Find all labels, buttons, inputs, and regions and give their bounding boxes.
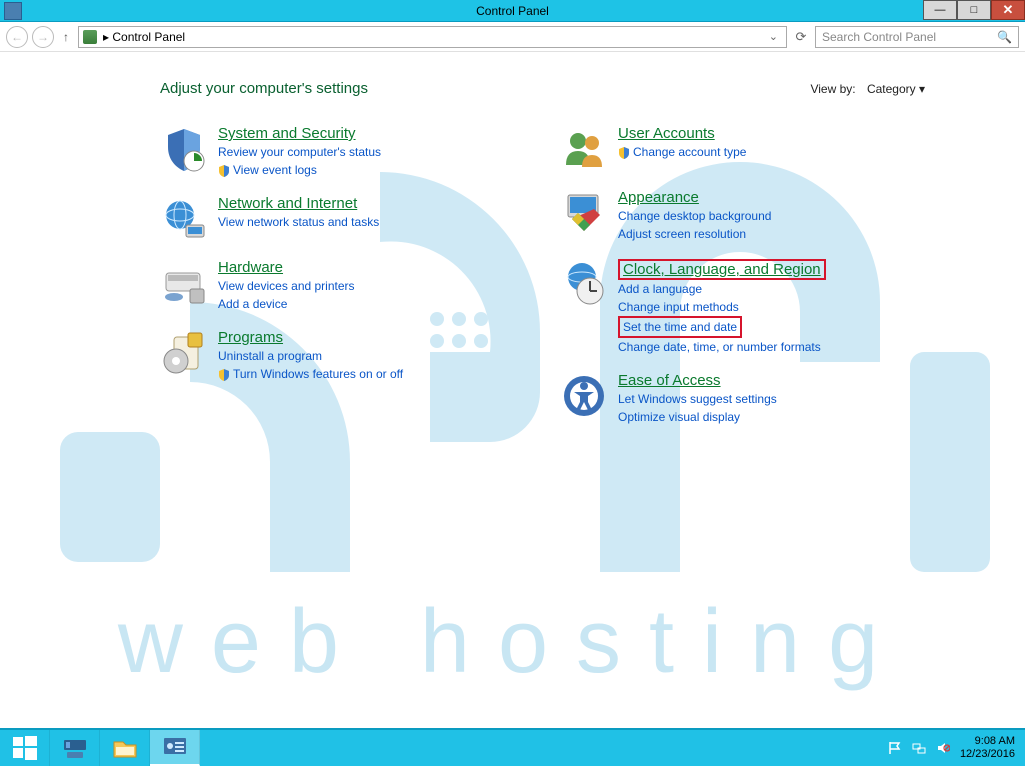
search-input[interactable]: Search Control Panel 🔍 xyxy=(815,26,1019,48)
view-by: View by: Category ▾ xyxy=(810,82,925,96)
clock-region-icon xyxy=(560,259,608,307)
programs-icon xyxy=(160,329,208,377)
network-tray-icon[interactable] xyxy=(912,741,926,755)
uninstall-link[interactable]: Uninstall a program xyxy=(218,347,403,365)
add-device-link[interactable]: Add a device xyxy=(218,295,355,313)
devices-printers-link[interactable]: View devices and printers xyxy=(218,277,355,295)
network-status-link[interactable]: View network status and tasks xyxy=(218,213,379,231)
category-clock-region: Clock, Language, and Region Add a langua… xyxy=(560,259,900,356)
back-button[interactable]: ← xyxy=(6,26,28,48)
shield-icon xyxy=(218,164,230,176)
date-formats-link[interactable]: Change date, time, or number formats xyxy=(618,338,826,356)
address-chevron: ▸ xyxy=(103,30,109,44)
category-system-security: System and Security Review your computer… xyxy=(160,125,500,179)
address-bar[interactable]: ▸ Control Panel ⌄ xyxy=(78,26,787,48)
server-manager-button[interactable] xyxy=(50,730,100,766)
tray-date: 12/23/2016 xyxy=(960,748,1015,761)
hardware-link[interactable]: Hardware xyxy=(218,259,283,276)
change-account-type-link[interactable]: Change account type xyxy=(633,143,746,161)
ease-access-icon xyxy=(560,372,608,420)
tray-time: 9:08 AM xyxy=(960,735,1015,748)
viewby-dropdown[interactable]: Category ▾ xyxy=(867,82,925,96)
system-tray: 9:08 AM 12/23/2016 xyxy=(878,730,1025,766)
search-icon: 🔍 xyxy=(997,30,1012,44)
visual-display-link[interactable]: Optimize visual display xyxy=(618,408,777,426)
review-status-link[interactable]: Review your computer's status xyxy=(218,143,381,161)
up-button[interactable]: ↑ xyxy=(58,30,74,44)
category-hardware: Hardware View devices and printers Add a… xyxy=(160,259,500,313)
category-appearance: Appearance Change desktop background Adj… xyxy=(560,189,900,243)
start-button[interactable] xyxy=(0,730,50,766)
explorer-button[interactable] xyxy=(100,730,150,766)
toolbar: ← → ↑ ▸ Control Panel ⌄ ⟳ Search Control… xyxy=(0,22,1025,52)
shield-icon xyxy=(618,146,630,158)
right-column: User Accounts Change account type Appear… xyxy=(560,125,900,442)
taskbar-clock[interactable]: 9:08 AM 12/23/2016 xyxy=(960,735,1015,761)
svg-text:web hosting: web hosting xyxy=(117,592,906,692)
address-path: Control Panel xyxy=(112,30,185,44)
refresh-button[interactable]: ⟳ xyxy=(791,29,811,45)
close-button[interactable]: ✕ xyxy=(991,0,1025,20)
clock-region-link[interactable]: Clock, Language, and Region xyxy=(618,259,826,280)
programs-link[interactable]: Programs xyxy=(218,329,283,346)
system-security-icon xyxy=(160,125,208,173)
category-user-accounts: User Accounts Change account type xyxy=(560,125,900,173)
taskbar: 9:08 AM 12/23/2016 xyxy=(0,728,1025,766)
volume-tray-icon[interactable] xyxy=(936,741,950,755)
forward-button[interactable]: → xyxy=(32,26,54,48)
user-accounts-icon xyxy=(560,125,608,173)
system-security-link[interactable]: System and Security xyxy=(218,125,356,142)
input-methods-link[interactable]: Change input methods xyxy=(618,298,826,316)
ease-access-link[interactable]: Ease of Access xyxy=(618,372,721,389)
control-panel-icon xyxy=(83,30,97,44)
appearance-icon xyxy=(560,189,608,237)
network-link[interactable]: Network and Internet xyxy=(218,195,357,212)
category-ease-access: Ease of Access Let Windows suggest setti… xyxy=(560,372,900,426)
category-network: Network and Internet View network status… xyxy=(160,195,500,243)
category-programs: Programs Uninstall a program Turn Window… xyxy=(160,329,500,383)
address-dropdown-icon[interactable]: ⌄ xyxy=(769,30,778,43)
suggest-settings-link[interactable]: Let Windows suggest settings xyxy=(618,390,777,408)
flag-icon[interactable] xyxy=(888,741,902,755)
left-column: System and Security Review your computer… xyxy=(160,125,500,442)
search-placeholder: Search Control Panel xyxy=(822,30,936,44)
windows-features-link[interactable]: Turn Windows features on or off xyxy=(233,365,403,383)
control-panel-taskbar-button[interactable] xyxy=(150,730,200,766)
desktop-bg-link[interactable]: Change desktop background xyxy=(618,207,771,225)
add-language-link[interactable]: Add a language xyxy=(618,280,826,298)
window-title: Control Panel xyxy=(0,4,1025,18)
view-event-logs-link[interactable]: View event logs xyxy=(233,161,317,179)
shield-icon xyxy=(218,368,230,380)
screen-res-link[interactable]: Adjust screen resolution xyxy=(618,225,771,243)
network-icon xyxy=(160,195,208,243)
content-area: web hosting Adjust your computer's setti… xyxy=(0,52,1025,728)
hardware-icon xyxy=(160,259,208,307)
set-time-date-link[interactable]: Set the time and date xyxy=(618,316,742,338)
maximize-button[interactable]: □ xyxy=(957,0,991,20)
titlebar: Control Panel — □ ✕ xyxy=(0,0,1025,22)
viewby-label: View by: xyxy=(810,82,855,96)
user-accounts-link[interactable]: User Accounts xyxy=(618,125,715,142)
appearance-link[interactable]: Appearance xyxy=(618,189,699,206)
minimize-button[interactable]: — xyxy=(923,0,957,20)
